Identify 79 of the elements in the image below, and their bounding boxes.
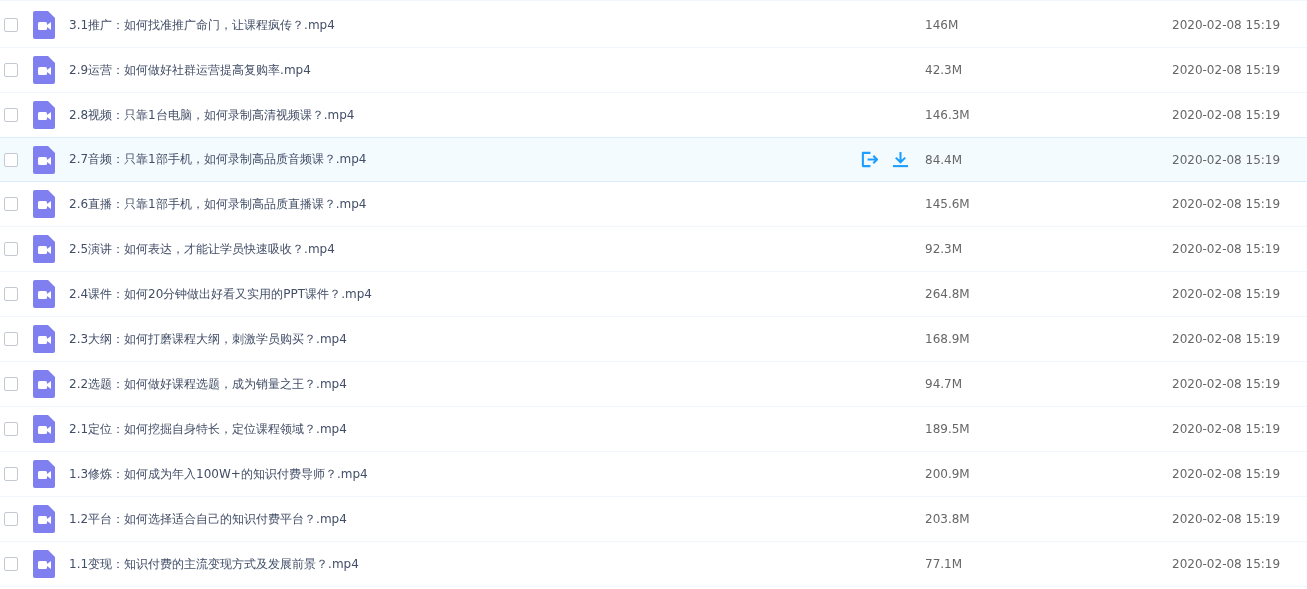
file-row[interactable]: 1.2平台：如何选择适合自己的知识付费平台？.mp4 203.8M 2020-02-08 15:19 (0, 497, 1307, 542)
file-name[interactable]: 2.9运营：如何做好社群运营提高复购率.mp4 (69, 61, 860, 79)
modified-date: 2020-02-08 15:19 (1172, 512, 1282, 526)
file-size: 92.3M (925, 242, 964, 256)
video-file-icon (33, 101, 55, 129)
modified-date: 2020-02-08 15:19 (1172, 287, 1282, 301)
checkbox[interactable] (4, 152, 18, 167)
file-name[interactable]: 2.4课件：如何20分钟做出好看又实用的PPT课件？.mp4 (69, 285, 860, 303)
file-row[interactable]: 2.3大纲：如何打磨课程大纲，刺激学员购买？.mp4 168.9M 2020-02-08 15:19 (0, 317, 1307, 362)
checkbox[interactable] (4, 467, 18, 481)
file-size: 77.1M (925, 557, 964, 571)
file-name[interactable]: 3.1推广：如何找准推广命门，让课程疯传？.mp4 (69, 16, 860, 34)
file-row[interactable]: 1.3修炼：如何成为年入100W+的知识付费导师？.mp4 200.9M 2020-02-08 15:19 (0, 452, 1307, 497)
file-size: 200.9M (925, 467, 971, 481)
checkbox[interactable] (4, 287, 18, 301)
file-size: 146.3M (925, 108, 971, 122)
modified-date: 2020-02-08 15:19 (1172, 467, 1282, 481)
file-name[interactable]: 2.3大纲：如何打磨课程大纲，刺激学员购买？.mp4 (69, 330, 860, 348)
modified-date: 2020-02-08 15:19 (1172, 557, 1282, 571)
video-file-icon (33, 370, 55, 398)
file-size: 145.6M (925, 197, 971, 211)
file-size: 146M (925, 18, 960, 32)
file-row[interactable]: 2.9运营：如何做好社群运营提高复购率.mp4 42.3M 2020-02-08 15:19 (0, 48, 1307, 93)
modified-date: 2020-02-08 15:19 (1172, 18, 1282, 32)
file-name[interactable]: 2.7音频：只靠1部手机，如何录制高品质音频课？.mp4 (69, 151, 860, 168)
modified-date: 2020-02-08 15:19 (1172, 332, 1282, 346)
modified-date: 2020-02-08 15:19 (1172, 377, 1282, 391)
checkbox[interactable] (4, 63, 18, 77)
video-file-icon (33, 235, 55, 263)
checkbox[interactable] (4, 512, 18, 526)
file-size: 42.3M (925, 63, 964, 77)
download-icon[interactable] (892, 151, 909, 168)
file-row[interactable]: 2.4课件：如何20分钟做出好看又实用的PPT课件？.mp4 264.8M 2020-02-08 15:19 (0, 272, 1307, 317)
checkbox[interactable] (4, 108, 18, 122)
modified-date: 2020-02-08 15:19 (1172, 422, 1282, 436)
file-size: 203.8M (925, 512, 971, 526)
file-name[interactable]: 2.1定位：如何挖掘自身特长，定位课程领域？.mp4 (69, 420, 860, 438)
video-file-icon (33, 145, 55, 174)
modified-date: 2020-02-08 15:19 (1172, 242, 1282, 256)
checkbox[interactable] (4, 197, 18, 211)
file-row[interactable]: 2.1定位：如何挖掘自身特长，定位课程领域？.mp4 189.5M 2020-02-08 15:19 (0, 407, 1307, 452)
file-name[interactable]: 1.3修炼：如何成为年入100W+的知识付费导师？.mp4 (69, 465, 860, 483)
file-row[interactable]: 2.5演讲：如何表达，才能让学员快速吸收？.mp4 92.3M 2020-02-08 15:19 (0, 227, 1307, 272)
video-file-icon (33, 415, 55, 443)
file-size: 84.4M (925, 152, 964, 167)
file-name[interactable]: 2.5演讲：如何表达，才能让学员快速吸收？.mp4 (69, 240, 860, 258)
file-row[interactable]: 2.7音频：只靠1部手机，如何录制高品质音频课？.mp4 84.4M 2020-02-08 15:19 (0, 137, 1307, 182)
file-name[interactable]: 2.6直播：只靠1部手机，如何录制高品质直播课？.mp4 (69, 195, 860, 213)
modified-date: 2020-02-08 15:19 (1172, 63, 1282, 77)
file-size: 189.5M (925, 422, 971, 436)
video-file-icon (33, 505, 55, 533)
modified-date: 2020-02-08 15:19 (1172, 108, 1282, 122)
checkbox[interactable] (4, 557, 18, 571)
modified-date: 2020-02-08 15:19 (1172, 197, 1282, 211)
video-file-icon (33, 460, 55, 488)
video-file-icon (33, 56, 55, 84)
checkbox[interactable] (4, 332, 18, 346)
video-file-icon (33, 190, 55, 218)
video-file-icon (33, 550, 55, 578)
file-row[interactable]: 2.2选题：如何做好课程选题，成为销量之王？.mp4 94.7M 2020-02-08 15:19 (0, 362, 1307, 407)
checkbox[interactable] (4, 377, 18, 391)
video-file-icon (33, 280, 55, 308)
video-file-icon (33, 325, 55, 353)
video-file-icon (33, 11, 55, 39)
modified-date: 2020-02-08 15:19 (1172, 152, 1282, 167)
file-row[interactable]: 2.6直播：只靠1部手机，如何录制高品质直播课？.mp4 145.6M 2020-02-08 15:19 (0, 182, 1307, 227)
file-row[interactable]: 3.1推广：如何找准推广命门，让课程疯传？.mp4 146M 2020-02-08 15:19 (0, 3, 1307, 48)
checkbox[interactable] (4, 242, 18, 256)
file-name[interactable]: 1.2平台：如何选择适合自己的知识付费平台？.mp4 (69, 510, 860, 528)
share-icon[interactable] (860, 151, 879, 168)
file-size: 94.7M (925, 377, 964, 391)
file-name[interactable]: 1.1变现：知识付费的主流变现方式及发展前景？.mp4 (69, 555, 860, 573)
checkbox[interactable] (4, 422, 18, 436)
file-size: 168.9M (925, 332, 971, 346)
file-size: 264.8M (925, 287, 971, 301)
file-name[interactable]: 2.8视频：只靠1台电脑，如何录制高清视频课？.mp4 (69, 106, 860, 124)
file-name[interactable]: 2.2选题：如何做好课程选题，成为销量之王？.mp4 (69, 375, 860, 393)
checkbox[interactable] (4, 18, 18, 32)
file-row[interactable]: 1.1变现：知识付费的主流变现方式及发展前景？.mp4 77.1M 2020-02-08 15:19 (0, 542, 1307, 587)
